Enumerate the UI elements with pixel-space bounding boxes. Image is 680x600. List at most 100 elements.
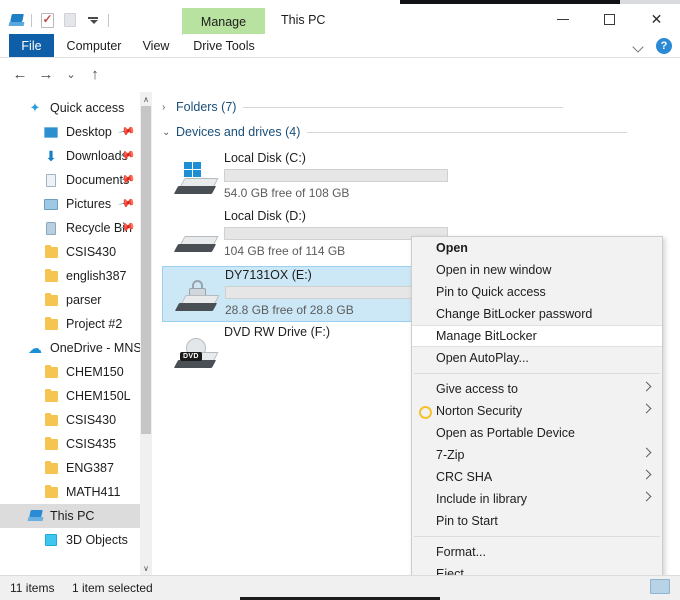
group-header-devices[interactable]: ⌄ Devices and drives (4) [162, 125, 628, 139]
folder-icon [42, 460, 60, 476]
menu-item-open-as-portable-device[interactable]: Open as Portable Device [412, 422, 662, 444]
this-pc-icon[interactable] [6, 10, 26, 30]
new-folder-icon[interactable] [60, 10, 80, 30]
recent-locations-button[interactable]: ⌄ [62, 64, 80, 84]
maximize-button[interactable] [586, 4, 633, 34]
menu-item-pin-to-quick-access[interactable]: Pin to Quick access [412, 281, 662, 303]
close-button[interactable]: ✕ [633, 4, 680, 34]
tab-view[interactable]: View [131, 34, 181, 58]
bitlocker-drive-icon [174, 279, 223, 317]
sidebar-item-this-pc[interactable]: This PC [0, 504, 152, 528]
up-button[interactable]: ↑ [85, 64, 105, 84]
sidebar-item-chem150[interactable]: CHEM150 [0, 360, 152, 384]
ribbon-right-controls: ? [633, 34, 672, 58]
menu-item-norton-security[interactable]: Norton Security [412, 400, 662, 422]
scrollbar-thumb[interactable] [141, 106, 151, 434]
menu-item-change-bitlocker-password[interactable]: Change BitLocker password [412, 303, 662, 325]
drive-tile[interactable]: Local Disk (D:) 104 GB free of 114 GB [162, 208, 448, 264]
menu-item-crc-sha[interactable]: CRC SHA [412, 466, 662, 488]
drive-tile[interactable]: DVD DVD RW Drive (F:) [162, 324, 412, 380]
group-header-folders[interactable]: › Folders (7) [162, 100, 564, 114]
sidebar-item-project-2[interactable]: Project #2 [0, 312, 152, 336]
folder-icon [42, 268, 60, 284]
menu-item-include-in-library[interactable]: Include in library [412, 488, 662, 510]
navigation-bar: ← → ⌄ ↑ › This PC ↻ Search This PC ⌕ [0, 58, 680, 144]
up-arrow-icon: ↑ [91, 65, 99, 83]
tab-file[interactable]: File [9, 34, 54, 58]
file-explorer-window: Manage This PC ✕ File Computer View Driv… [0, 0, 680, 600]
sidebar-item-quick-access[interactable]: ✦ Quick access [0, 96, 152, 120]
drive-free-space-label: 28.8 GB free of 28.8 GB [225, 303, 354, 317]
sidebar-item-label: CSIS430 [66, 245, 117, 259]
window-title: This PC [281, 13, 326, 27]
navigation-pane-scrollbar[interactable]: ∧ ∨ [140, 92, 152, 575]
sidebar-item-documents[interactable]: Documents 📌 [0, 168, 152, 192]
context-menu-items: Open Open in new window Pin to Quick acces… [412, 237, 662, 585]
sidebar-item-recycle-bin[interactable]: Recycle Bin 📌 [0, 216, 152, 240]
scroll-down-icon[interactable]: ∨ [140, 561, 152, 575]
back-button[interactable]: ← [10, 64, 30, 84]
sidebar-item-eng387[interactable]: ENG387 [0, 456, 152, 480]
sidebar-item-label: CSIS430 [66, 413, 117, 427]
window-controls: ✕ [539, 4, 680, 34]
sidebar-item-onedrive-mnsc[interactable]: ☁ OneDrive - MNSC [0, 336, 152, 360]
sidebar-item-chem150l[interactable]: CHEM150L [0, 384, 152, 408]
folder-icon [42, 484, 60, 500]
sidebar-item-desktop[interactable]: Desktop 📌 [0, 120, 152, 144]
chevron-down-icon: ⌄ [162, 126, 171, 138]
sidebar-item-3d-objects[interactable]: 3D Objects [0, 528, 152, 552]
windows-logo-icon [184, 162, 202, 179]
menu-item-label: Open [436, 241, 468, 255]
menu-item-give-access-to[interactable]: Give access to [412, 378, 662, 400]
pictures-icon [42, 196, 60, 212]
back-icon: ← [12, 65, 28, 83]
forward-button[interactable]: → [36, 64, 56, 84]
sidebar-item-parser[interactable]: parser [0, 288, 152, 312]
chevron-down-icon[interactable] [633, 40, 646, 53]
minimize-button[interactable] [539, 4, 586, 34]
navigation-pane: ✦ Quick access Desktop 📌 ⬇ Downloads 📌 Document… [0, 92, 152, 575]
submenu-arrow-icon [641, 491, 652, 502]
drive-name-label: DVD RW Drive (F:) [224, 325, 331, 339]
scroll-up-icon[interactable]: ∧ [140, 92, 152, 106]
drive-free-space-label: 54.0 GB free of 108 GB [224, 186, 350, 200]
menu-item-label: Give access to [436, 382, 518, 396]
drive-name-label: Local Disk (D:) [224, 209, 306, 223]
drive-tile[interactable]: DY7131OX (E:) 28.8 GB free of 28.8 GB [162, 266, 449, 322]
thumbnail-view-icon[interactable] [650, 579, 672, 597]
windows-drive-icon [173, 162, 222, 200]
sidebar-item-math411[interactable]: MATH411 [0, 480, 152, 504]
pin-icon[interactable]: 📌 [118, 122, 137, 141]
sidebar-item-label: 3D Objects [66, 533, 128, 547]
forward-icon: → [38, 65, 54, 83]
properties-icon[interactable] [37, 10, 57, 30]
tab-view-label: View [142, 39, 170, 53]
sidebar-item-csis430[interactable]: CSIS430 [0, 408, 152, 432]
customize-dropdown-icon[interactable] [83, 10, 103, 30]
menu-item-label: CRC SHA [436, 470, 493, 484]
sidebar-item-pictures[interactable]: Pictures 📌 [0, 192, 152, 216]
tab-drive-tools[interactable]: Drive Tools [183, 34, 265, 58]
documents-icon [42, 172, 60, 188]
menu-item-pin-to-start[interactable]: Pin to Start [412, 510, 662, 532]
sidebar-item-english387[interactable]: english387 [0, 264, 152, 288]
help-icon[interactable]: ? [656, 38, 672, 54]
menu-item-open-autoplay[interactable]: Open AutoPlay... [412, 347, 662, 369]
drive-name-label: Local Disk (C:) [224, 151, 306, 165]
pin-icon[interactable]: 📌 [118, 194, 137, 213]
group-header-label: Devices and drives (4) [176, 125, 301, 139]
menu-item-7-zip[interactable]: 7-Zip [412, 444, 662, 466]
menu-item-open[interactable]: Open [412, 237, 662, 259]
chevron-right-icon: › [162, 101, 166, 113]
sidebar-item-csis430[interactable]: CSIS430 [0, 240, 152, 264]
sidebar-item-label: english387 [66, 269, 127, 283]
drive-free-space-label: 104 GB free of 114 GB [224, 244, 346, 258]
menu-item-format[interactable]: Format... [412, 541, 662, 563]
sidebar-item-csis435[interactable]: CSIS435 [0, 432, 152, 456]
tab-computer[interactable]: Computer [59, 34, 129, 58]
folder-icon [42, 292, 60, 308]
drive-tile[interactable]: Local Disk (C:) 54.0 GB free of 108 GB [162, 150, 448, 206]
menu-item-manage-bitlocker[interactable]: Manage BitLocker [412, 325, 662, 347]
sidebar-item-downloads[interactable]: ⬇ Downloads 📌 [0, 144, 152, 168]
menu-item-open-in-new-window[interactable]: Open in new window [412, 259, 662, 281]
